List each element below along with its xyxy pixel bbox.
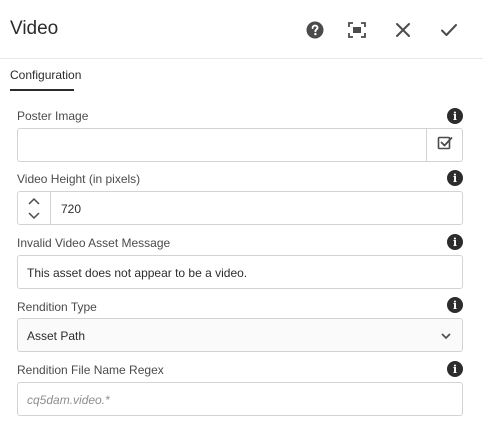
video-height-field[interactable]: 720 [17, 191, 463, 225]
dialog-title: Video [10, 18, 59, 39]
asset-picker-button[interactable] [426, 129, 462, 161]
invalid-message-value: This asset does not appear to be a video… [27, 266, 248, 280]
tab-bar: Configuration [10, 60, 470, 92]
poster-image-field[interactable] [17, 128, 463, 162]
video-height-label: Video Height (in pixels) [17, 172, 141, 186]
number-stepper [18, 192, 51, 224]
close-icon[interactable] [391, 18, 415, 42]
poster-image-label: Poster Image [17, 109, 89, 123]
rendition-type-value: Asset Path [27, 329, 86, 343]
rendition-type-select[interactable]: Asset Path [17, 318, 463, 352]
info-icon[interactable]: i [447, 170, 463, 186]
help-icon[interactable] [303, 18, 327, 42]
dialog-header: Video [0, 0, 483, 59]
video-height-value: 720 [61, 202, 82, 216]
info-icon[interactable]: i [447, 297, 463, 313]
tab-configuration[interactable]: Configuration [10, 68, 81, 82]
rendition-regex-field[interactable]: cq5dam.video.* [17, 382, 463, 416]
stepper-down-icon[interactable] [27, 209, 41, 223]
rendition-regex-placeholder: cq5dam.video.* [27, 393, 110, 407]
invalid-message-label: Invalid Video Asset Message [17, 236, 171, 250]
invalid-message-field[interactable]: This asset does not appear to be a video… [17, 255, 463, 289]
fullscreen-icon[interactable] [345, 18, 369, 42]
info-icon[interactable]: i [447, 361, 463, 377]
checkmark-icon[interactable] [437, 18, 461, 42]
stepper-up-icon[interactable] [27, 194, 41, 208]
rendition-type-label: Rendition Type [17, 300, 97, 314]
info-icon[interactable]: i [447, 234, 463, 250]
chevron-down-icon [440, 329, 452, 347]
rendition-regex-label: Rendition File Name Regex [17, 363, 164, 377]
select-check-icon [437, 135, 453, 156]
info-icon[interactable]: i [447, 108, 463, 124]
active-tab-indicator [10, 89, 74, 91]
